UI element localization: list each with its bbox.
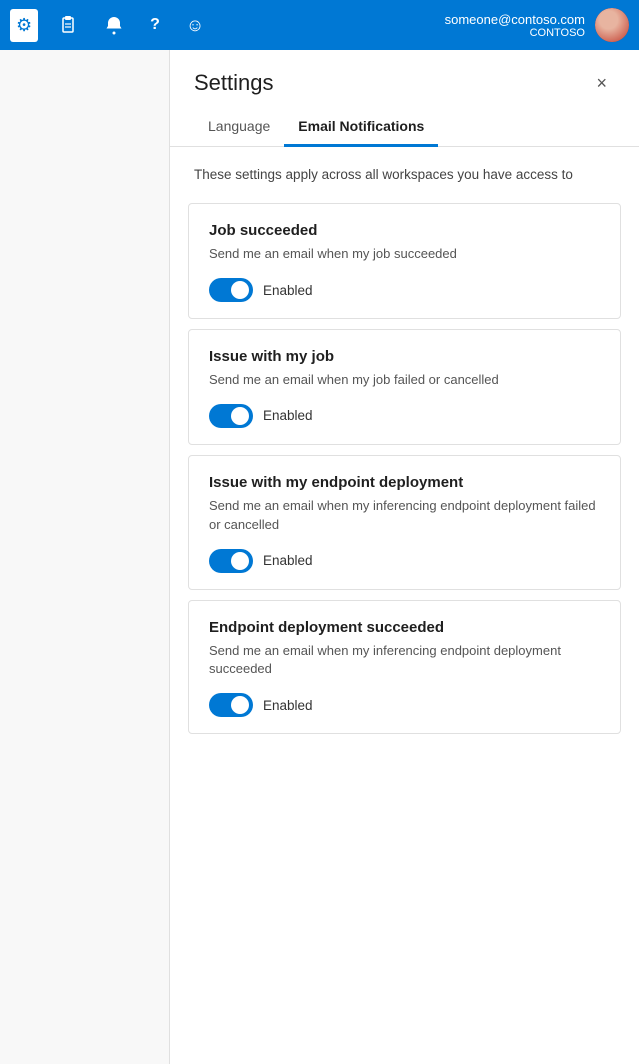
bell-icon[interactable] <box>98 9 130 41</box>
tab-email-notifications[interactable]: Email Notifications <box>284 110 438 147</box>
user-email: someone@contoso.com <box>445 12 585 27</box>
gear-icon[interactable]: ⚙ <box>10 9 38 42</box>
toggle-label-issue-job: Enabled <box>263 408 313 423</box>
toggle-endpoint-succeeded[interactable] <box>209 693 253 717</box>
avatar[interactable] <box>595 8 629 42</box>
notif-title-issue-job: Issue with my job <box>209 348 600 365</box>
toggle-job-succeeded[interactable] <box>209 278 253 302</box>
notifications-list: Job succeeded Send me an email when my j… <box>170 195 639 742</box>
notif-desc-issue-job: Send me an email when my job failed or c… <box>209 371 600 390</box>
close-button[interactable]: × <box>588 70 615 96</box>
topbar: ⚙ ? ☺ someone@contoso.com CONTOSO <box>0 0 639 50</box>
tabs-container: Language Email Notifications <box>170 110 639 147</box>
notif-desc-job-succeeded: Send me an email when my job succeeded <box>209 245 600 264</box>
user-info: someone@contoso.com CONTOSO <box>445 12 585 39</box>
notification-card-job-succeeded: Job succeeded Send me an email when my j… <box>188 203 621 319</box>
smiley-icon[interactable]: ☺ <box>180 9 210 42</box>
toggle-issue-job[interactable] <box>209 404 253 428</box>
settings-description: These settings apply across all workspac… <box>170 147 639 195</box>
help-icon[interactable]: ? <box>144 10 166 40</box>
user-org: CONTOSO <box>445 27 585 39</box>
settings-title: Settings <box>194 70 274 96</box>
settings-panel: Settings × Language Email Notifications … <box>170 50 639 1064</box>
notification-card-issue-endpoint: Issue with my endpoint deployment Send m… <box>188 455 621 590</box>
tab-language[interactable]: Language <box>194 110 284 147</box>
toggle-label-job-succeeded: Enabled <box>263 283 313 298</box>
notif-desc-endpoint-succeeded: Send me an email when my inferencing end… <box>209 642 600 680</box>
toggle-row-issue-job: Enabled <box>209 404 600 428</box>
toggle-row-endpoint-succeeded: Enabled <box>209 693 600 717</box>
settings-header: Settings × <box>170 50 639 96</box>
notif-title-issue-endpoint: Issue with my endpoint deployment <box>209 474 600 491</box>
toggle-issue-endpoint[interactable] <box>209 549 253 573</box>
user-area: someone@contoso.com CONTOSO <box>445 8 629 42</box>
notif-title-endpoint-succeeded: Endpoint deployment succeeded <box>209 619 600 636</box>
toggle-label-issue-endpoint: Enabled <box>263 553 313 568</box>
notif-desc-issue-endpoint: Send me an email when my inferencing end… <box>209 497 600 535</box>
sidebar <box>0 50 170 1064</box>
main-area: Settings × Language Email Notifications … <box>170 50 639 1064</box>
toggle-row-issue-endpoint: Enabled <box>209 549 600 573</box>
clipboard-icon[interactable] <box>52 9 84 41</box>
toggle-row-job-succeeded: Enabled <box>209 278 600 302</box>
notification-card-endpoint-succeeded: Endpoint deployment succeeded Send me an… <box>188 600 621 735</box>
notification-card-issue-job: Issue with my job Send me an email when … <box>188 329 621 445</box>
notif-title-job-succeeded: Job succeeded <box>209 222 600 239</box>
toggle-label-endpoint-succeeded: Enabled <box>263 698 313 713</box>
